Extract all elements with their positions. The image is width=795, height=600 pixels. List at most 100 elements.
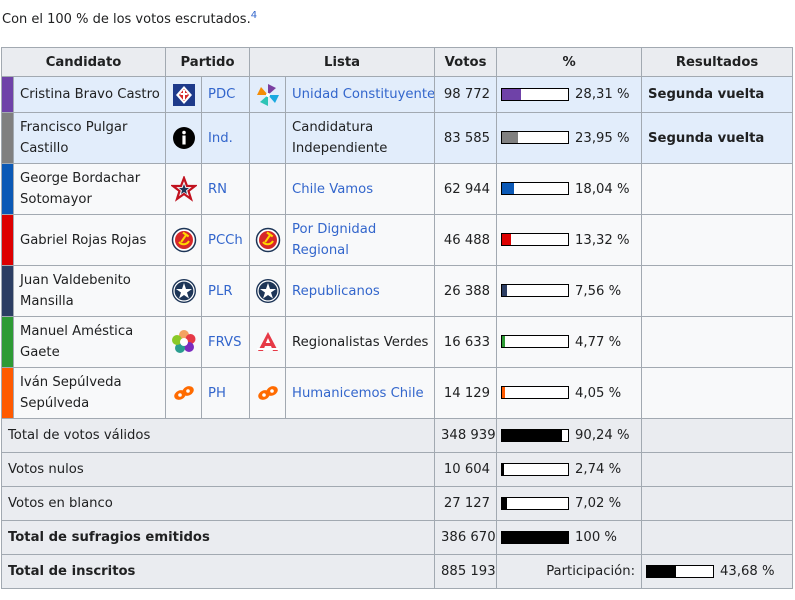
percentage-value: 7,56 % [575, 283, 622, 299]
candidate-row: Gabriel Rojas Rojas PCCh Por Dignidad Re… [1, 214, 794, 266]
percentage-value: 7,02 % [575, 496, 622, 511]
result-empty [641, 316, 794, 368]
pdc-logo-icon [165, 76, 203, 113]
candidate-row: Francisco Pulgar Castillo Ind. Candidatu… [1, 112, 794, 164]
total-emitted-row: Total de sufragios emitidos 386 670 100 … [0, 520, 794, 555]
result-empty [641, 520, 794, 555]
votes-value: 348 939 [434, 418, 498, 453]
percentage-value: 18,04 % [575, 181, 630, 197]
percentage-bar [501, 233, 570, 246]
total-label: Total de sufragios emitidos [0, 520, 436, 555]
participation-value: 43,68 % [720, 564, 775, 579]
result-empty [641, 265, 794, 317]
candidate-name: Juan Valdebenito Mansilla [12, 265, 167, 317]
party-color-swatch [1, 265, 14, 317]
republican-star-logo-icon [165, 265, 203, 317]
votes-value: 386 670 [434, 520, 498, 555]
candidate-row: George Bordachar Sotomayor RN Chile Vamo… [1, 163, 794, 215]
candidate-name: Francisco Pulgar Castillo [12, 112, 167, 164]
party-color-swatch [1, 112, 14, 164]
list-name: Candidatura Independiente [285, 112, 436, 164]
result-empty [641, 452, 794, 487]
candidate-name: Iván Sepúlveda Sepúlveda [12, 367, 167, 419]
list-link[interactable]: Unidad Constituyente [285, 76, 436, 113]
percentage-value: 13,32 % [575, 232, 630, 248]
party-link[interactable]: PH [201, 367, 251, 419]
header-resultados: Resultados [641, 47, 794, 77]
percentage-bar [501, 496, 570, 510]
percentage-value: 100 % [575, 530, 617, 545]
candidate-name: Gabriel Rojas Rojas [12, 214, 167, 266]
votes-value: 98 772 [434, 76, 498, 113]
participation-bar [646, 564, 715, 578]
regionalist-a-logo-icon [249, 316, 287, 368]
candidate-row: Manuel Améstica Gaete FRVS Regionalistas… [1, 316, 794, 368]
party-link[interactable]: PDC [201, 76, 251, 113]
hammer-sickle-list-logo-icon [249, 214, 287, 266]
percentage-bar [501, 386, 570, 399]
percentage-bar [501, 530, 570, 544]
republican-star-list-logo-icon [249, 265, 287, 317]
percentage-bar [501, 462, 570, 476]
pcch-hammer-sickle-logo-icon [165, 214, 203, 266]
list-logo-empty [249, 163, 287, 215]
votes-value: 14 129 [434, 367, 498, 419]
total-label: Total de votos válidos [0, 418, 436, 453]
result-badge: Segunda vuelta [641, 76, 794, 113]
percentage-value: 28,31 % [575, 87, 630, 102]
pinwheel-logo-icon [249, 76, 287, 113]
party-link[interactable]: FRVS [201, 316, 251, 368]
list-link[interactable]: Humanicemos Chile [285, 367, 436, 419]
percentage-cell: 13,32 % [496, 214, 643, 266]
candidate-name: Manuel Améstica Gaete [12, 316, 167, 368]
list-link[interactable]: Republicanos [285, 265, 436, 317]
total-registered-row: Total de inscritos 885 193 Participación… [0, 554, 794, 589]
frvs-flower-logo-icon [165, 316, 203, 368]
party-color-swatch [1, 76, 14, 113]
ph-logo-icon [165, 367, 203, 419]
percentage-cell: 90,24 % [496, 418, 643, 453]
percentage-bar [501, 182, 570, 195]
header-porcentaje: % [496, 47, 643, 77]
party-color-swatch [1, 367, 14, 419]
candidate-name: Cristina Bravo Castro [12, 76, 167, 113]
result-empty [641, 214, 794, 266]
votes-value: 83 585 [434, 112, 498, 164]
total-label: Votos nulos [0, 452, 436, 487]
party-color-swatch [1, 316, 14, 368]
percentage-value: 4,77 % [575, 334, 622, 350]
header-candidato: Candidato [0, 47, 167, 77]
percentage-bar [501, 131, 570, 144]
percentage-bar [501, 87, 570, 101]
result-empty [641, 418, 794, 453]
percentage-cell: 4,05 % [496, 367, 643, 419]
percentage-value: 23,95 % [575, 130, 630, 146]
results-caption: Con el 100 % de los votos escrutados.4 [2, 10, 257, 27]
list-link[interactable]: Por Dignidad Regional [285, 214, 436, 266]
result-empty [641, 163, 794, 215]
reference-link[interactable]: 4 [251, 10, 257, 21]
votes-value: 62 944 [434, 163, 498, 215]
result-empty [641, 486, 794, 521]
party-link[interactable]: RN [201, 163, 251, 215]
percentage-value: 4,05 % [575, 385, 622, 401]
percentage-bar [501, 428, 570, 442]
candidate-row: Cristina Bravo Castro PDC Unidad Constit… [1, 76, 794, 113]
rn-star-logo-icon [165, 163, 203, 215]
header-row: Candidato Partido Lista Votos % Resultad… [0, 47, 794, 77]
party-link[interactable]: Ind. [201, 112, 251, 164]
total-label: Votos en blanco [0, 486, 436, 521]
list-name: Regionalistas Verdes [285, 316, 436, 368]
party-link[interactable]: PCCh [201, 214, 251, 266]
percentage-cell: 100 % [496, 520, 643, 555]
percentage-bar [501, 284, 570, 297]
list-link[interactable]: Chile Vamos [285, 163, 436, 215]
party-link[interactable]: PLR [201, 265, 251, 317]
votes-value: 10 604 [434, 452, 498, 487]
percentage-bar [501, 335, 570, 348]
null-votes-row: Votos nulos 10 604 2,74 % [0, 452, 794, 487]
votes-value: 46 488 [434, 214, 498, 266]
info-icon [165, 112, 203, 164]
votes-value: 885 193 [434, 554, 498, 589]
candidate-name: George Bordachar Sotomayor [12, 163, 167, 215]
